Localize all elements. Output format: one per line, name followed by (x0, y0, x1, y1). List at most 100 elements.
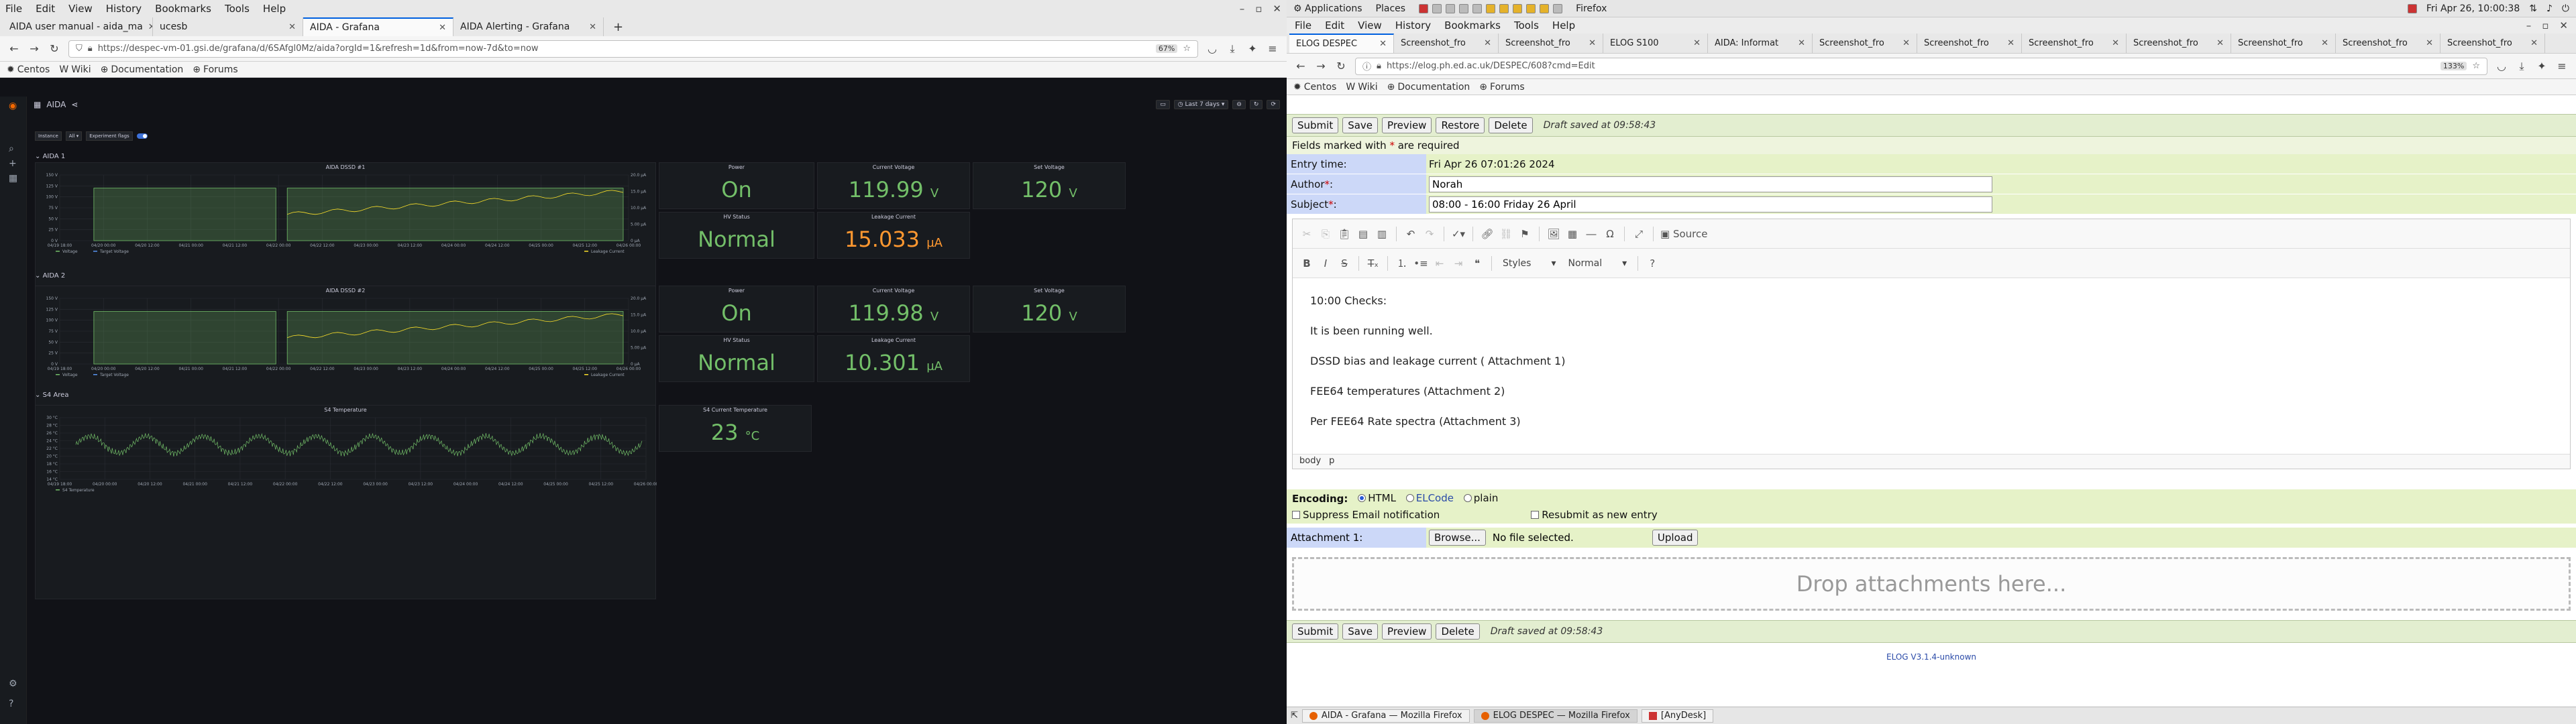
reload-icon[interactable]: ↻ (48, 42, 60, 55)
unlink-icon[interactable]: ⛓ (1499, 228, 1513, 240)
time-range-picker[interactable]: ◷ Last 7 days ▾ (1173, 100, 1229, 109)
extensions-icon[interactable]: ✦ (1246, 42, 1258, 55)
launcher-icon[interactable] (1432, 3, 1442, 13)
close-tab-icon[interactable]: ✕ (2007, 38, 2015, 48)
browse-button[interactable]: Browse... (1429, 530, 1486, 546)
panel-current-voltage-2[interactable]: Current Voltage 119.98 V (817, 286, 970, 333)
encoding-html-radio[interactable]: HTML (1358, 492, 1396, 504)
tab-screenshot[interactable]: Screenshot_fro ✕ (2127, 34, 2231, 53)
close-icon[interactable]: ✕ (1273, 3, 1281, 15)
tab-ucesb[interactable]: ucesb ✕ (153, 17, 303, 36)
tab-aida-information[interactable]: AIDA: Informat ✕ (1708, 34, 1813, 53)
lock-icon[interactable]: 🔒︎ (1377, 61, 1381, 71)
radio-control[interactable] (1405, 494, 1414, 502)
bold-icon[interactable]: B (1299, 257, 1314, 269)
url-bar[interactable]: ⛉ 🔒︎ https://despec-vm-01.gsi.de/grafana… (68, 40, 1198, 58)
body-line[interactable]: It is been running well. (1310, 324, 2553, 337)
url-text[interactable]: https://despec-vm-01.gsi.de/grafana/d/6S… (98, 44, 1150, 54)
body-line[interactable]: FEE64 temperatures (Attachment 2) (1310, 385, 2553, 398)
settings-icon[interactable]: ⚙ (9, 678, 17, 689)
minimize-icon[interactable]: – (2526, 19, 2532, 32)
url-text[interactable]: https://elog.ph.ed.ac.uk/DESPEC/608?cmd=… (1387, 61, 2435, 71)
zoom-level[interactable]: 133% (2440, 62, 2467, 70)
horizontal-line-icon[interactable]: ― (1584, 228, 1599, 240)
close-tab-icon[interactable]: ✕ (288, 22, 296, 32)
body-line[interactable]: DSSD bias and leakage current ( Attachme… (1310, 355, 2553, 367)
close-tab-icon[interactable]: ✕ (1798, 38, 1805, 48)
bookmark-centos[interactable]: ✹ Centos (1293, 82, 1336, 93)
search-icon[interactable]: ⌕ (9, 143, 14, 154)
close-tab-icon[interactable]: ✕ (589, 22, 596, 32)
panel-power-1[interactable]: Power On (659, 162, 814, 209)
anchor-icon[interactable]: ⚑ (1517, 228, 1532, 240)
menu-history[interactable]: History (1395, 19, 1431, 32)
panel-s4-temperature[interactable]: S4 Temperature 30 °C 28 °C 26 °C 24 °C 22 °C… (35, 405, 657, 599)
bookmark-forums[interactable]: ⊕ Forums (193, 64, 237, 75)
zoom-out-icon[interactable]: ⊖ (1232, 100, 1246, 109)
numbered-list-icon[interactable]: ⒈ (1395, 256, 1409, 270)
help-icon[interactable]: ? (1645, 257, 1660, 269)
menu-tools[interactable]: Tools (225, 3, 250, 15)
url-bar[interactable]: ⓘ 🔒︎ https://elog.ph.ed.ac.uk/DESPEC/608… (1355, 57, 2487, 75)
places-menu[interactable]: Places (1376, 3, 1406, 14)
plus-icon[interactable]: + (9, 158, 17, 169)
redo-icon[interactable]: ↷ (1422, 228, 1437, 240)
panel-hv-status-1[interactable]: HV Status Normal (659, 212, 814, 259)
info-icon[interactable]: ⓘ (1362, 60, 1371, 72)
lock-icon[interactable]: 🔒︎ (88, 44, 93, 54)
menu-bookmarks[interactable]: Bookmarks (1444, 19, 1501, 32)
forward-icon[interactable]: → (28, 42, 40, 55)
source-button[interactable]: ▣ Source (1660, 228, 1707, 240)
close-tab-icon[interactable]: ✕ (1484, 38, 1491, 48)
launcher-icon[interactable] (1459, 3, 1469, 13)
close-tab-icon[interactable]: ✕ (439, 23, 446, 33)
close-tab-icon[interactable]: ✕ (2530, 38, 2538, 48)
cycle-view-icon[interactable]: ⟳ (1267, 100, 1280, 109)
close-icon[interactable]: ✕ (2559, 19, 2568, 32)
tab-screenshot[interactable]: Screenshot_fro ✕ (1499, 34, 1603, 53)
instance-variable-select[interactable]: All ▾ (65, 131, 83, 141)
tab-aida-grafana[interactable]: AIDA - Grafana ✕ (303, 17, 453, 36)
encoding-plain-radio[interactable]: plain (1463, 492, 1498, 504)
hamburger-menu-icon[interactable]: ≡ (1267, 42, 1279, 55)
cut-icon[interactable]: ✂ (1299, 228, 1314, 240)
menu-history[interactable]: History (106, 3, 142, 15)
tab-screenshot[interactable]: Screenshot_fro ✕ (2336, 34, 2440, 53)
launcher-icon[interactable] (1513, 3, 1523, 13)
show-desktop-icon[interactable]: ⇱ (1291, 711, 1298, 721)
save-button[interactable]: Save (1342, 117, 1379, 133)
task-grafana-firefox[interactable]: AIDA - Grafana — Mozilla Firefox (1301, 709, 1470, 723)
launcher-icon[interactable] (1446, 3, 1456, 13)
tab-aida-alerting[interactable]: AIDA Alerting - Grafana ✕ (453, 17, 604, 36)
share-icon[interactable]: ⋖ (71, 100, 78, 109)
copy-icon[interactable]: ⎘ (1318, 228, 1333, 240)
paste-icon[interactable]: 📋︎ (1337, 228, 1352, 240)
format-dropdown[interactable]: Normal ▾ (1564, 258, 1631, 269)
refresh-icon[interactable]: ↻ (1249, 100, 1263, 109)
editor-body[interactable]: 10:00 Checks: It is been running well. D… (1293, 278, 2570, 454)
row-aida-2[interactable]: ⌄ AIDA 2 (35, 272, 65, 280)
path-p[interactable]: p (1329, 456, 1334, 467)
bookmark-documentation[interactable]: ⊕ Documentation (1387, 82, 1470, 93)
tab-screenshot[interactable]: Screenshot_fro ✕ (1917, 34, 2022, 53)
menu-bookmarks[interactable]: Bookmarks (155, 3, 211, 15)
task-anydesk[interactable]: [AnyDesk] (1641, 709, 1714, 723)
bookmark-documentation[interactable]: ⊕ Documentation (101, 64, 184, 75)
italic-icon[interactable]: I (1318, 257, 1333, 269)
special-char-icon[interactable]: Ω (1603, 228, 1617, 240)
task-elog-firefox[interactable]: ELOG DESPEC — Mozilla Firefox (1473, 709, 1638, 723)
zoom-level[interactable]: 67% (1155, 44, 1178, 53)
bulleted-list-icon[interactable]: •≡ (1413, 257, 1428, 269)
menu-file[interactable]: File (5, 3, 22, 15)
close-tab-icon[interactable]: ✕ (148, 22, 152, 32)
author-input[interactable] (1429, 176, 1992, 192)
notification-icon[interactable] (2407, 3, 2417, 13)
panel-leakage-1[interactable]: Leakage Current 15.033 µA (817, 212, 970, 259)
drop-zone[interactable]: Drop attachments here... (1292, 557, 2571, 611)
suppress-email-checkbox[interactable]: Suppress Email notification (1292, 509, 1440, 521)
menu-help[interactable]: Help (263, 3, 286, 15)
launcher-icon[interactable] (1526, 3, 1536, 13)
delete-button[interactable]: Delete (1436, 623, 1480, 640)
close-tab-icon[interactable]: ✕ (2321, 38, 2328, 48)
help-icon[interactable]: ? (9, 699, 13, 709)
